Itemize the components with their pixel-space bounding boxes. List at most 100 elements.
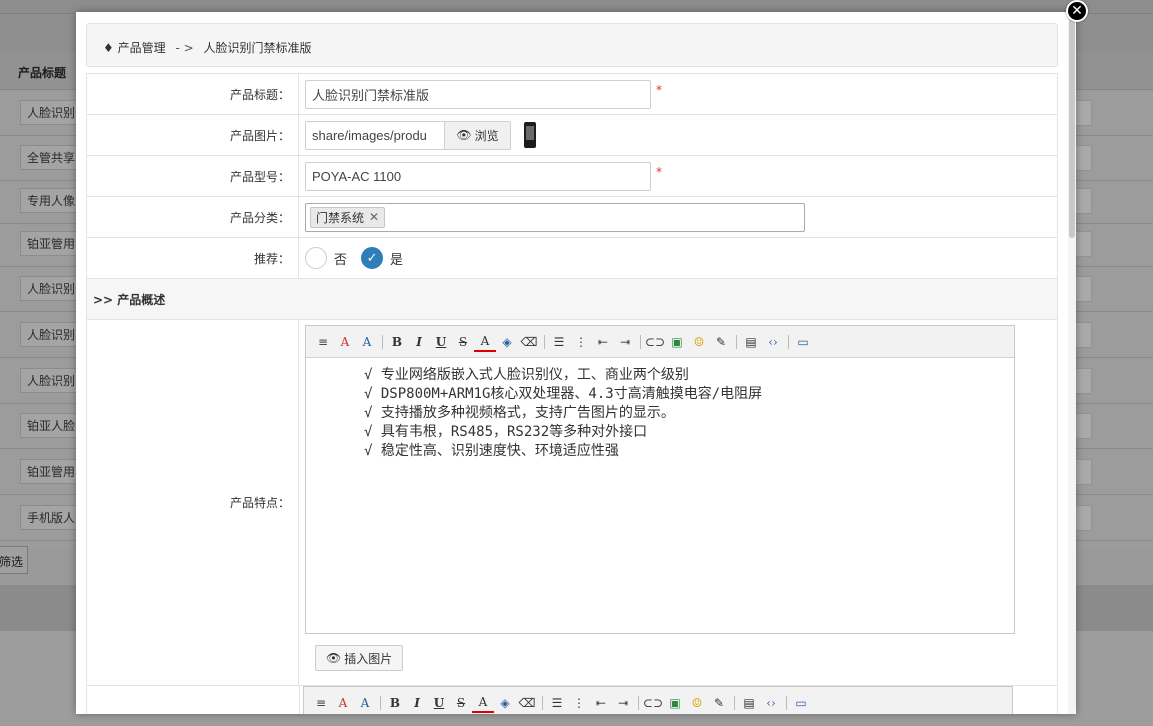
editor-content[interactable]: √ 专业网络版嵌入式人脸识别仪，工、商业两个级别 √ DSP800M+ARM1G…	[306, 358, 1014, 461]
title-label: 产品标题：	[87, 74, 299, 114]
second-editor-row: ≡ A A B I U S A ◈ ⌫ ☰ ⋮ ⇤ ⇥ ⊂⊃ ▣ ☺ ✎ ▤ ‹…	[87, 686, 1057, 714]
source-code-icon[interactable]: ‹›	[762, 332, 784, 352]
breadcrumb-root[interactable]: 产品管理	[118, 41, 166, 55]
background-row-title[interactable]: 手机版人	[20, 505, 83, 530]
paragraph-format-icon[interactable]: ≡	[312, 332, 334, 352]
emoticon-icon[interactable]: ☺	[688, 332, 710, 352]
font-color-icon[interactable]: A	[472, 693, 494, 713]
toolbar-separator	[784, 332, 792, 352]
modal-scrollbar-track[interactable]	[1068, 12, 1076, 714]
toolbar-separator	[376, 693, 384, 713]
remove-tag-icon[interactable]: ✕	[369, 210, 379, 224]
browse-label: 浏览	[474, 128, 499, 143]
breadcrumb: ♦ 产品管理 - > 人脸识别门禁标准版	[86, 23, 1058, 67]
table-icon[interactable]: ▤	[738, 693, 760, 713]
indent-icon[interactable]: ⇥	[614, 332, 636, 352]
font-family-icon[interactable]: A	[334, 332, 356, 352]
indent-icon[interactable]: ⇥	[612, 693, 634, 713]
preview-icon[interactable]: ▭	[792, 332, 814, 352]
edit-note-icon[interactable]: ✎	[708, 693, 730, 713]
source-code-icon[interactable]: ‹›	[760, 693, 782, 713]
rich-text-editor[interactable]: ≡ A A B I U S A ◈ ⌫ ☰ ⋮ ⇤ ⇥ ⊂⊃ ▣ ☺ ✎ ▤ ‹…	[305, 325, 1015, 634]
radio-no[interactable]	[305, 247, 327, 269]
close-icon[interactable]: ✕	[1066, 0, 1088, 22]
highlight-icon[interactable]: ◈	[494, 693, 516, 713]
align-left-icon[interactable]: ☰	[546, 693, 568, 713]
breadcrumb-bullet-icon: ♦	[103, 41, 114, 55]
background-column-title: 产品标题	[18, 66, 67, 80]
list-icon[interactable]: ⋮	[570, 332, 592, 352]
background-row-title[interactable]: 人脸识别	[20, 100, 83, 125]
eye-icon: 👁	[456, 128, 472, 142]
row-divider	[299, 686, 300, 714]
font-family-icon[interactable]: A	[332, 693, 354, 713]
italic-icon[interactable]: I	[408, 332, 430, 352]
section-overview: >> 产品概述	[87, 279, 1057, 320]
list-icon[interactable]: ⋮	[568, 693, 590, 713]
required-mark: *	[656, 165, 662, 179]
align-left-icon[interactable]: ☰	[548, 332, 570, 352]
paragraph-format-icon[interactable]: ≡	[310, 693, 332, 713]
model-input[interactable]: POYA-AC 1100	[305, 161, 651, 191]
radio-yes[interactable]: ✓	[361, 247, 384, 269]
toolbar-separator	[538, 693, 546, 713]
italic-icon[interactable]: I	[406, 693, 428, 713]
bold-icon[interactable]: B	[386, 332, 408, 352]
breadcrumb-separator: - >	[175, 41, 194, 55]
image-path-input[interactable]: share/images/produ	[306, 122, 444, 149]
second-rich-text-editor[interactable]: ≡ A A B I U S A ◈ ⌫ ☰ ⋮ ⇤ ⇥ ⊂⊃ ▣ ☺ ✎ ▤ ‹…	[303, 686, 1013, 714]
preview-icon[interactable]: ▭	[790, 693, 812, 713]
category-select[interactable]: 门禁系统 ✕	[305, 202, 805, 232]
link-icon[interactable]: ⊂⊃	[642, 693, 664, 713]
background-row-title[interactable]: 人脸识别	[20, 322, 83, 347]
strikethrough-icon[interactable]: S	[452, 332, 474, 352]
browse-button[interactable]: 👁 浏览	[444, 121, 510, 149]
eraser-icon[interactable]: ⌫	[516, 693, 538, 713]
insert-image-button[interactable]: 👁 插入图片	[315, 645, 404, 671]
bold-icon[interactable]: B	[384, 693, 406, 713]
eraser-icon[interactable]: ⌫	[518, 332, 540, 352]
editor-line: √ 稳定性高、识别速度快、环境适应性强	[364, 443, 619, 459]
product-thumbnail[interactable]	[524, 122, 536, 148]
underline-icon[interactable]: U	[428, 693, 450, 713]
title-row: 产品标题： 人脸识别门禁标准版 *	[87, 74, 1057, 115]
outdent-icon[interactable]: ⇤	[590, 693, 612, 713]
background-row-title[interactable]: 人脸识别	[20, 368, 83, 393]
title-input[interactable]: 人脸识别门禁标准版	[305, 79, 651, 109]
background-row-title[interactable]: 专用人像	[20, 188, 83, 213]
background-filter-button[interactable]: 筛选	[0, 546, 28, 574]
toolbar-separator	[378, 332, 386, 352]
table-icon[interactable]: ▤	[740, 332, 762, 352]
background-row-title[interactable]: 铂亚管用	[20, 459, 83, 484]
image-icon[interactable]: ▣	[664, 693, 686, 713]
image-row: 产品图片： share/images/produ 👁 浏览	[87, 115, 1057, 156]
strikethrough-icon[interactable]: S	[450, 693, 472, 713]
editor-line: √ DSP800M+ARM1G核心双处理器、4.3寸高清触摸电容/电阻屏	[364, 386, 763, 402]
category-label: 产品分类：	[87, 197, 299, 237]
link-icon[interactable]: ⊂⊃	[644, 332, 666, 352]
background-row-title[interactable]: 全管共享	[20, 145, 83, 170]
emoticon-icon[interactable]: ☺	[686, 693, 708, 713]
background-row-title[interactable]: 铂亚人脸	[20, 413, 83, 438]
required-mark: *	[656, 83, 662, 97]
editor-line: √ 具有韦根，RS485，RS232等多种对外接口	[364, 424, 648, 440]
background-row-title[interactable]: 人脸识别	[20, 276, 83, 301]
font-size-icon[interactable]: A	[356, 332, 378, 352]
underline-icon[interactable]: U	[430, 332, 452, 352]
font-size-icon[interactable]: A	[354, 693, 376, 713]
modal-scrollbar-thumb[interactable]	[1069, 18, 1075, 238]
eye-icon: 👁	[326, 651, 342, 665]
edit-product-modal: ♦ 产品管理 - > 人脸识别门禁标准版 产品标题： 人脸识别门禁标准版 * 产…	[76, 12, 1076, 714]
font-color-icon[interactable]: A	[474, 332, 496, 352]
image-icon[interactable]: ▣	[666, 332, 688, 352]
image-label: 产品图片：	[87, 115, 299, 155]
outdent-icon[interactable]: ⇤	[592, 332, 614, 352]
product-form: 产品标题： 人脸识别门禁标准版 * 产品图片： share/images/pro…	[86, 73, 1058, 714]
edit-note-icon[interactable]: ✎	[710, 332, 732, 352]
features-label: 产品特点：	[87, 320, 299, 685]
second-editor-toolbar: ≡ A A B I U S A ◈ ⌫ ☰ ⋮ ⇤ ⇥ ⊂⊃ ▣ ☺ ✎ ▤ ‹…	[304, 687, 1012, 714]
background-row-title[interactable]: 铂亚管用	[20, 231, 83, 256]
highlight-icon[interactable]: ◈	[496, 332, 518, 352]
category-row: 产品分类： 门禁系统 ✕	[87, 197, 1057, 238]
breadcrumb-current: 人脸识别门禁标准版	[203, 41, 312, 55]
